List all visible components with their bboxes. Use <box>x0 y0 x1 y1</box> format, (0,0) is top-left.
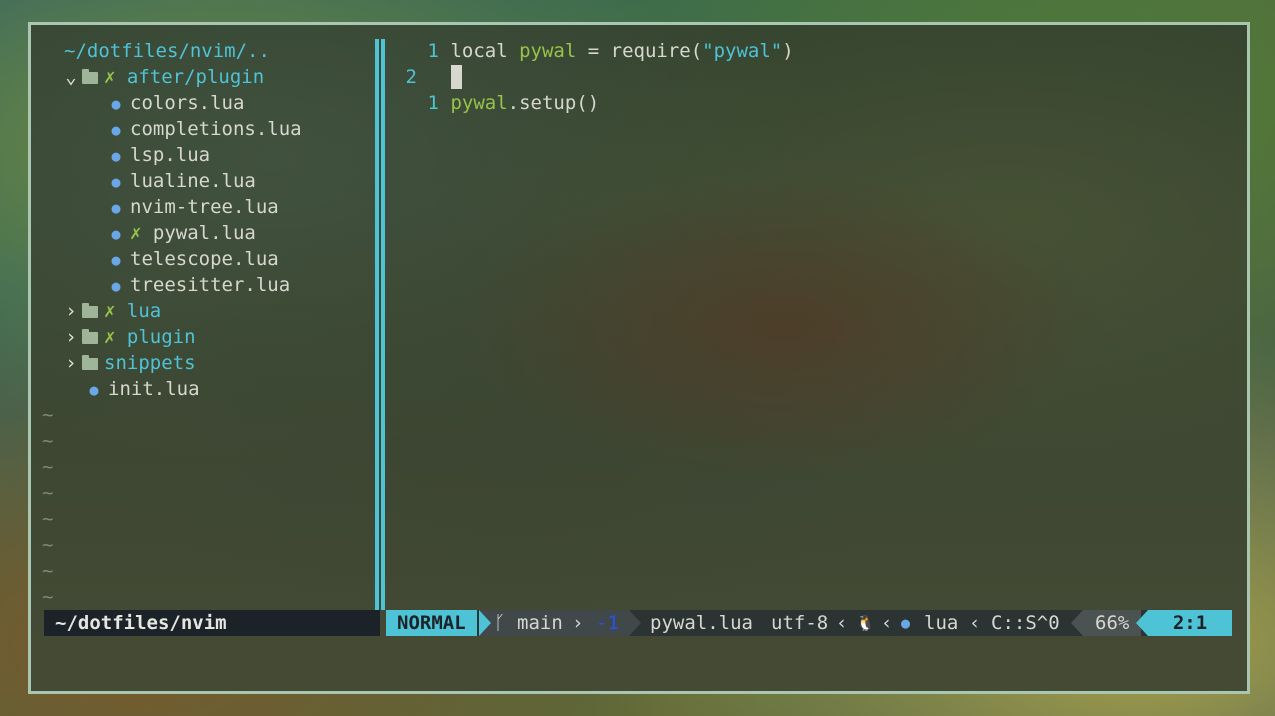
chevron-down-icon: ⌄ <box>65 66 77 88</box>
keyword-local: local <box>450 40 508 62</box>
tree-item-label: lsp.lua <box>130 144 211 166</box>
identifier: pywal <box>450 92 508 114</box>
branch-icon: ᚴ <box>494 612 506 634</box>
segment-separator <box>1136 610 1148 636</box>
tree-item-after-plugin[interactable]: ⌄ ✗ after/plugin <box>60 64 264 90</box>
statusline: NORMAL ᚴ main › -1 pywal.lua utf-8 ‹ 🐧 ‹… <box>386 610 1232 636</box>
empty-line-marker: ~ <box>42 404 54 426</box>
status-filename: pywal.lua <box>650 612 753 634</box>
lua-file-icon: ● <box>111 251 121 269</box>
terminal-window: ~/dotfiles/nvim/.. ⌄ ✗ after/plugin ● colo… <box>28 22 1250 694</box>
line-number: 1 <box>427 92 439 114</box>
tree-item-label: colors.lua <box>130 92 245 114</box>
git-branch[interactable]: main <box>517 610 563 636</box>
empty-line-marker: ~ <box>42 482 54 504</box>
lua-file-icon: ● <box>901 614 911 632</box>
tree-item-lsp[interactable]: ● lsp.lua <box>108 142 210 168</box>
chevron-left-icon: ‹ <box>836 612 848 634</box>
empty-line-marker: ~ <box>42 534 54 556</box>
lua-file-icon: ● <box>111 199 121 217</box>
folder-icon <box>82 303 98 318</box>
git-modified-icon: ✗ <box>130 222 142 244</box>
tree-item-label: after/plugin <box>126 66 265 88</box>
tree-item-label: completions.lua <box>130 118 302 140</box>
chevron-left-icon: ‹ <box>969 612 981 634</box>
status-lsp: C::S^0 <box>991 612 1060 634</box>
tree-item-plugin[interactable]: › ✗ plugin <box>60 324 196 350</box>
mode-indicator: NORMAL <box>386 610 477 636</box>
segment-separator <box>629 610 641 636</box>
empty-line-marker: ~ <box>42 560 54 582</box>
empty-line-marker: ~ <box>42 430 54 452</box>
tree-item-snippets[interactable]: › snippets <box>60 350 196 376</box>
tree-item-label: pywal.lua <box>152 222 256 244</box>
tree-item-init[interactable]: ● init.lua <box>86 376 200 402</box>
code-text: = require( <box>576 40 703 62</box>
linux-icon: 🐧 <box>856 614 875 632</box>
empty-line-marker: ~ <box>42 456 54 478</box>
code-line[interactable]: 1 pywal.setup() <box>401 90 600 116</box>
lua-file-icon: ● <box>111 173 121 191</box>
git-diff-removed: -1 <box>596 612 619 634</box>
tree-root[interactable]: ~/dotfiles/nvim/.. <box>64 38 270 64</box>
empty-line-marker: ~ <box>42 508 54 530</box>
tree-item-treesitter[interactable]: ● treesitter.lua <box>108 272 290 298</box>
chevron-left-icon: ‹ <box>881 612 893 634</box>
lua-file-icon: ● <box>111 121 121 139</box>
text-cursor <box>451 65 462 89</box>
folder-icon <box>82 355 98 370</box>
tree-item-completions[interactable]: ● completions.lua <box>108 116 302 142</box>
chevron-right-icon: › <box>65 300 77 322</box>
tree-item-label: telescope.lua <box>130 248 279 270</box>
lua-file-icon: ● <box>89 381 99 399</box>
lua-file-icon: ● <box>111 95 121 113</box>
tree-item-label: nvim-tree.lua <box>130 196 279 218</box>
chevron-right-icon: › <box>572 612 584 634</box>
window-separator-gap <box>379 39 381 610</box>
git-modified-icon: ✗ <box>104 300 116 322</box>
line-number-current: 2 <box>405 66 417 88</box>
empty-line-marker: ~ <box>42 586 54 608</box>
tree-statusline: ~/dotfiles/nvim <box>44 610 380 636</box>
lua-file-icon: ● <box>111 147 121 165</box>
tree-item-lualine[interactable]: ● lualine.lua <box>108 168 256 194</box>
code-line-current[interactable]: 2 <box>401 64 462 90</box>
tree-item-label: snippets <box>104 352 196 374</box>
git-modified-icon: ✗ <box>104 66 116 88</box>
code-line[interactable]: 1 local pywal = require("pywal") <box>401 38 794 64</box>
chevron-right-icon: › <box>65 352 77 374</box>
tree-item-label: lua <box>126 300 162 322</box>
tree-item-telescope[interactable]: ● telescope.lua <box>108 246 279 272</box>
identifier: pywal <box>519 40 577 62</box>
segment-separator <box>479 610 491 636</box>
segment-separator <box>1071 610 1083 636</box>
tree-item-label: treesitter.lua <box>130 274 291 296</box>
tree-item-lua[interactable]: › ✗ lua <box>60 298 161 324</box>
status-encoding: utf-8 <box>771 612 829 634</box>
tree-item-colors[interactable]: ● colors.lua <box>108 90 244 116</box>
status-progress: 66% <box>1083 610 1142 636</box>
tree-item-pywal[interactable]: ● ✗ pywal.lua <box>108 220 256 246</box>
line-number: 1 <box>427 40 439 62</box>
git-modified-icon: ✗ <box>104 326 116 348</box>
lua-file-icon: ● <box>111 225 121 243</box>
tree-item-nvim-tree[interactable]: ● nvim-tree.lua <box>108 194 279 220</box>
string-literal: "pywal" <box>702 40 783 62</box>
code-text: ) <box>782 40 794 62</box>
tree-item-label: lualine.lua <box>130 170 256 192</box>
status-position: 2:1 <box>1148 610 1232 636</box>
folder-open-icon <box>82 69 98 84</box>
code-text: .setup() <box>507 92 600 114</box>
status-filetype: lua <box>924 612 959 634</box>
lua-file-icon: ● <box>111 277 121 295</box>
folder-icon <box>82 329 98 344</box>
tree-item-label: init.lua <box>108 378 200 400</box>
tree-item-label: plugin <box>126 326 196 348</box>
chevron-right-icon: › <box>65 326 77 348</box>
